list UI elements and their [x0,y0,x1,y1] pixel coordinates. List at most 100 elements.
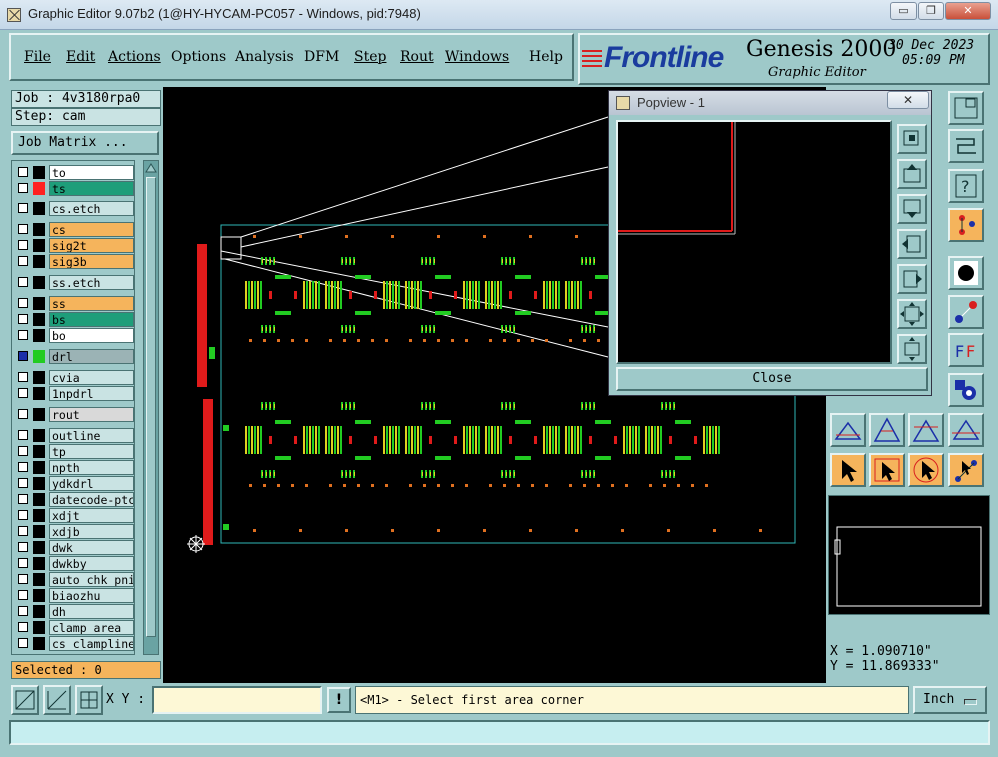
snap-mode-button[interactable] [11,685,39,715]
layer-row[interactable]: ydkdrl [14,476,134,491]
layer-color-swatch[interactable] [33,573,45,586]
layer-row[interactable]: to [14,165,134,180]
close-window-button[interactable]: ✕ [945,2,991,20]
layer-checkbox[interactable] [18,409,28,419]
layer-name[interactable]: bo [49,328,134,343]
layer-row[interactable]: ts [14,181,134,196]
menu-help[interactable]: Help [529,49,563,65]
layer-row[interactable]: biaozhu [14,588,134,603]
layer-color-swatch[interactable] [33,525,45,538]
layer-color-swatch[interactable] [33,621,45,634]
layer-row[interactable]: bs [14,312,134,327]
tool-select[interactable] [830,453,866,487]
popview-pan-right-button[interactable] [897,264,927,294]
layer-name[interactable]: auto_chk_pni [49,572,134,587]
layer-name[interactable]: rout [49,407,134,422]
layer-row[interactable]: drl [14,349,134,364]
layer-color-swatch[interactable] [33,509,45,522]
layer-checkbox[interactable] [18,574,28,584]
layer-checkbox[interactable] [18,430,28,440]
menu-windows[interactable]: Windows [445,49,509,65]
scroll-thumb[interactable] [146,177,156,637]
tool-select-net[interactable] [948,453,984,487]
layer-color-swatch[interactable] [33,255,45,268]
job-matrix-button[interactable]: Job Matrix ... [11,131,159,155]
menu-analysis[interactable]: Analysis [235,49,294,65]
tool-pad[interactable] [948,256,984,290]
layer-color-swatch[interactable] [33,239,45,252]
layer-row[interactable]: outline [14,428,134,443]
layer-checkbox[interactable] [18,510,28,520]
menu-options[interactable]: Options [171,49,226,65]
layer-name[interactable]: drl [49,349,134,364]
popview-canvas[interactable] [616,120,892,364]
menu-step[interactable]: Step [354,49,386,65]
grid-mode-button[interactable] [75,685,103,715]
layer-checkbox[interactable] [18,167,28,177]
layer-name[interactable]: ydkdrl [49,476,134,491]
layer-row[interactable]: rout [14,407,134,422]
popview-pan-up-button[interactable] [897,159,927,189]
tool-measure-3[interactable] [908,413,944,447]
layer-checkbox[interactable] [18,314,28,324]
layer-row[interactable]: cs [14,222,134,237]
layer-name[interactable]: xdjt [49,508,134,523]
layer-row[interactable]: dh [14,604,134,619]
xy-input[interactable] [152,686,322,714]
layer-name[interactable]: cs.etch [49,201,134,216]
layer-color-swatch[interactable] [33,297,45,310]
menu-dfm[interactable]: DFM [304,49,339,65]
layer-color-swatch[interactable] [33,350,45,363]
layer-row[interactable]: 1npdrl [14,386,134,401]
tool-help[interactable]: ? [948,169,984,203]
layer-row[interactable]: clamp_area [14,620,134,635]
layer-checkbox[interactable] [18,494,28,504]
popview-close-x-button[interactable]: ✕ [887,91,929,109]
layer-checkbox[interactable] [18,606,28,616]
layer-name[interactable]: ss.etch [49,275,134,290]
execute-button[interactable]: ! [327,687,351,713]
tool-snap[interactable] [948,129,984,163]
popview-pan-left-button[interactable] [897,229,927,259]
layer-name[interactable]: clamp_area [49,620,134,635]
layer-color-swatch[interactable] [33,605,45,618]
layer-checkbox[interactable] [18,330,28,340]
layer-color-swatch[interactable] [33,371,45,384]
layer-color-swatch[interactable] [33,166,45,179]
menu-edit[interactable]: Edit [66,49,95,65]
layer-name[interactable]: 1npdrl [49,386,134,401]
tool-select-circle[interactable] [908,453,944,487]
layer-row[interactable]: ss [14,296,134,311]
layer-color-swatch[interactable] [33,182,45,195]
layer-name[interactable]: biaozhu [49,588,134,603]
layer-color-swatch[interactable] [33,445,45,458]
layer-color-swatch[interactable] [33,589,45,602]
menu-actions[interactable]: Actions [108,49,161,65]
layer-name[interactable]: to [49,165,134,180]
layer-name[interactable]: dh [49,604,134,619]
layer-name[interactable]: sig3b [49,254,134,269]
layer-row[interactable]: tp [14,444,134,459]
popview-close-button[interactable]: Close [616,367,928,391]
layer-row[interactable]: datecode-ptc [14,492,134,507]
layer-color-swatch[interactable] [33,223,45,236]
layer-color-swatch[interactable] [33,313,45,326]
layer-checkbox[interactable] [18,478,28,488]
tool-net[interactable] [948,208,984,242]
layer-row[interactable]: xdjt [14,508,134,523]
menu-file[interactable]: File [24,49,51,65]
layer-color-swatch[interactable] [33,477,45,490]
layer-row[interactable]: cs_clampline [14,636,134,651]
layer-color-swatch[interactable] [33,429,45,442]
popview-zoom-fit-button[interactable] [897,299,927,329]
layer-name[interactable]: tp [49,444,134,459]
scroll-up-icon[interactable] [145,162,157,174]
layer-name[interactable]: ts [49,181,134,196]
layer-name[interactable]: xdjb [49,524,134,539]
layer-color-swatch[interactable] [33,493,45,506]
layer-row[interactable]: sig2t [14,238,134,253]
layer-color-swatch[interactable] [33,637,45,650]
tool-measure-4[interactable] [948,413,984,447]
layer-color-swatch[interactable] [33,461,45,474]
layer-row[interactable]: npth [14,460,134,475]
